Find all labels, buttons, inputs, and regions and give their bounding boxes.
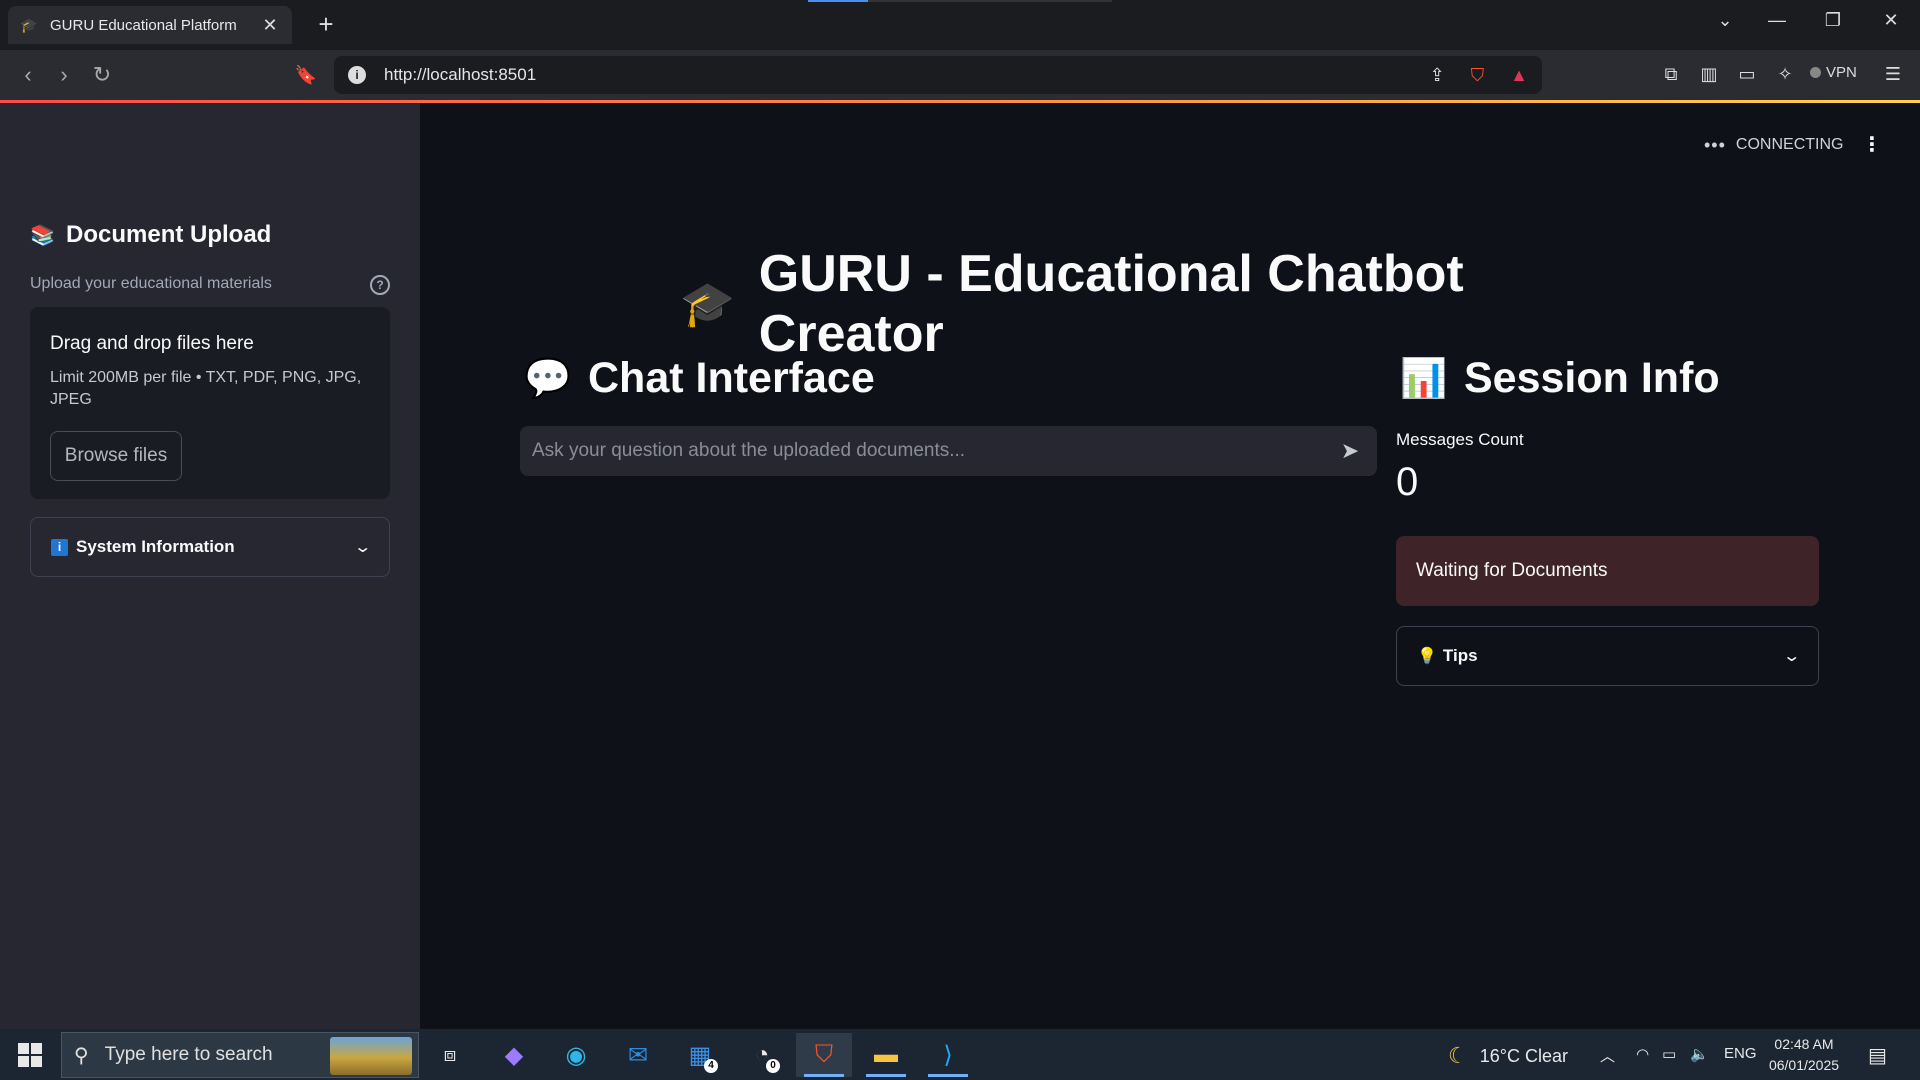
show-hidden-icons-chevron-icon[interactable]: ︿ <box>1600 1045 1615 1066</box>
chat-interface-heading-text: Chat Interface <box>588 354 875 402</box>
back-icon[interactable]: ‹ <box>14 62 42 88</box>
language-indicator[interactable]: ENG <box>1724 1045 1757 1062</box>
file-explorer-icon[interactable]: ▬ <box>858 1033 914 1077</box>
session-info-heading-text: Session Info <box>1464 354 1720 402</box>
windows-taskbar: ⚲ Type here to search ⧈ ◆ ◉ ✉ ▦ 4 ◔ 0 ⛉ ▬ … <box>0 1029 1920 1080</box>
system-information-expander[interactable]: i System Information ⌄ <box>30 517 390 577</box>
clock-app-icon[interactable]: ◔ 0 <box>734 1033 790 1077</box>
weather-widget[interactable]: ☾ 16°C Clear <box>1448 1043 1568 1069</box>
task-view-icon[interactable]: ⧈ <box>422 1033 478 1077</box>
chat-interface-heading: 💬 Chat Interface <box>524 354 875 403</box>
graduation-cap-icon: 🎓 <box>20 17 38 33</box>
taskbar-search[interactable]: ⚲ Type here to search <box>61 1032 419 1078</box>
bar-chart-icon: 📊 <box>1400 357 1448 400</box>
site-info-icon[interactable]: i <box>348 66 366 84</box>
ellipsis-icon: ••• <box>1704 135 1726 155</box>
edge-icon[interactable]: ◉ <box>548 1033 604 1077</box>
chat-input-box[interactable]: ➤ <box>520 426 1377 476</box>
session-info-heading: 📊 Session Info <box>1400 354 1720 403</box>
wallet-icon[interactable]: ▭ <box>1734 64 1760 85</box>
weather-text: 16°C Clear <box>1479 1045 1568 1066</box>
help-icon[interactable]: ? <box>370 275 390 295</box>
speech-bubble-icon: 💬 <box>524 357 572 400</box>
close-window-icon[interactable]: ✕ <box>1876 10 1906 31</box>
leo-ai-icon[interactable]: ✧ <box>1772 64 1798 85</box>
extensions-icon[interactable]: ⧉ <box>1658 64 1684 85</box>
battery-icon[interactable]: ▭ <box>1662 1045 1676 1063</box>
vpn-button[interactable]: VPN <box>1810 64 1857 81</box>
reload-icon[interactable]: ↻ <box>88 62 116 88</box>
search-icon: ⚲ <box>74 1044 89 1067</box>
volume-icon[interactable]: 🔈 <box>1690 1045 1709 1063</box>
graduation-cap-icon: 🎓 <box>680 280 735 329</box>
file-dropzone[interactable]: Drag and drop files here Limit 200MB per… <box>30 307 390 499</box>
bookmark-icon[interactable]: 🔖 <box>292 62 320 88</box>
messages-count-label: Messages Count <box>1396 430 1524 449</box>
clock-app-badge: 0 <box>766 1059 780 1073</box>
document-status-text: Waiting for Documents <box>1416 560 1608 581</box>
close-tab-icon[interactable]: ✕ <box>260 15 280 36</box>
main-menu-icon[interactable]: ⋮ <box>1862 132 1882 157</box>
tips-expander[interactable]: 💡 Tips ⌄ <box>1396 626 1819 686</box>
browse-files-button[interactable]: Browse files <box>50 431 182 481</box>
brave-browser-icon[interactable]: ⛉ <box>796 1033 852 1077</box>
connection-status-text: CONNECTING <box>1735 136 1844 153</box>
address-bar[interactable]: i http://localhost:8501 ⇪ ⛉ ▲ <box>334 56 1542 94</box>
tab-list-chevron-icon[interactable]: ⌄ <box>1710 10 1740 31</box>
network-icon[interactable]: ◠ <box>1636 1045 1649 1063</box>
chevron-down-icon: ⌄ <box>352 539 372 556</box>
chat-input[interactable] <box>532 440 1335 462</box>
page-title: 🎓 GURU - Educational Chatbot Creator <box>680 244 1640 364</box>
books-icon: 📚 <box>30 224 55 247</box>
restore-window-icon[interactable]: ❐ <box>1818 10 1848 31</box>
connection-status: ••• CONNECTING <box>1704 136 1843 154</box>
windows-start-icon[interactable] <box>18 1043 42 1067</box>
chevron-down-icon: ⌄ <box>1781 648 1801 665</box>
vscode-icon[interactable]: ⟩ <box>920 1033 976 1077</box>
system-information-label: System Information <box>76 537 235 556</box>
upload-label: Upload your educational materials <box>30 275 272 292</box>
page-title-text: GURU - Educational Chatbot Creator <box>758 245 1464 363</box>
notification-center-icon[interactable]: ▤ <box>1868 1043 1887 1068</box>
vpn-label: VPN <box>1826 64 1857 81</box>
forward-icon[interactable]: › <box>50 62 78 88</box>
minimize-window-icon[interactable]: — <box>1762 10 1792 31</box>
copilot-icon[interactable]: ◆ <box>486 1033 542 1077</box>
sidebar-heading-text: Document Upload <box>66 221 272 248</box>
tips-label: Tips <box>1442 646 1478 665</box>
dropzone-limit-text: Limit 200MB per file • TXT, PDF, PNG, JP… <box>50 369 362 408</box>
browser-toolbar: ‹ › ↻ 🔖 i http://localhost:8501 ⇪ ⛉ ▲ ⧉ … <box>0 50 1920 100</box>
clock-date: 06/01/2025 <box>1768 1057 1840 1073</box>
brave-shield-icon[interactable]: ⛉ <box>1471 65 1485 86</box>
system-clock[interactable]: 02:48 AM 06/01/2025 <box>1768 1034 1840 1076</box>
send-icon[interactable]: ➤ <box>1335 438 1365 464</box>
address-url: http://localhost:8501 <box>384 65 537 84</box>
document-status-alert: Waiting for Documents <box>1396 536 1819 606</box>
outlook-icon[interactable]: ✉ <box>610 1033 666 1077</box>
lightbulb-icon: 💡 <box>1417 648 1437 665</box>
moon-icon: ☾ <box>1448 1043 1468 1068</box>
search-highlight-image <box>330 1037 412 1075</box>
tab-loading-indicator <box>808 0 1112 2</box>
menu-icon[interactable]: ☰ <box>1880 64 1906 85</box>
dropzone-title: Drag and drop files here <box>50 333 254 354</box>
clock-time: 02:48 AM <box>1774 1036 1834 1052</box>
new-tab-button[interactable]: + <box>312 10 340 38</box>
browser-tab-bar: 🎓 GURU Educational Platform ✕ + ⌄ — ❐ ✕ <box>0 0 1920 50</box>
store-icon[interactable]: ▦ 4 <box>672 1033 728 1077</box>
brave-rewards-icon[interactable]: ▲ <box>1510 65 1528 86</box>
taskbar-search-placeholder: Type here to search <box>104 1044 273 1065</box>
browser-tab[interactable]: 🎓 GURU Educational Platform ✕ <box>8 6 292 44</box>
browser-tab-title: GURU Educational Platform <box>50 16 237 34</box>
vpn-status-icon <box>1810 67 1821 78</box>
info-icon: i <box>51 538 68 556</box>
share-icon[interactable]: ⇪ <box>1430 65 1445 86</box>
sidebar-toggle-icon[interactable]: ▥ <box>1696 64 1722 85</box>
sidebar: 📚 Document Upload Upload your educationa… <box>0 103 420 1029</box>
sidebar-heading: 📚 Document Upload <box>30 221 271 249</box>
messages-count-value: 0 <box>1396 460 1419 504</box>
store-badge: 4 <box>704 1059 718 1073</box>
